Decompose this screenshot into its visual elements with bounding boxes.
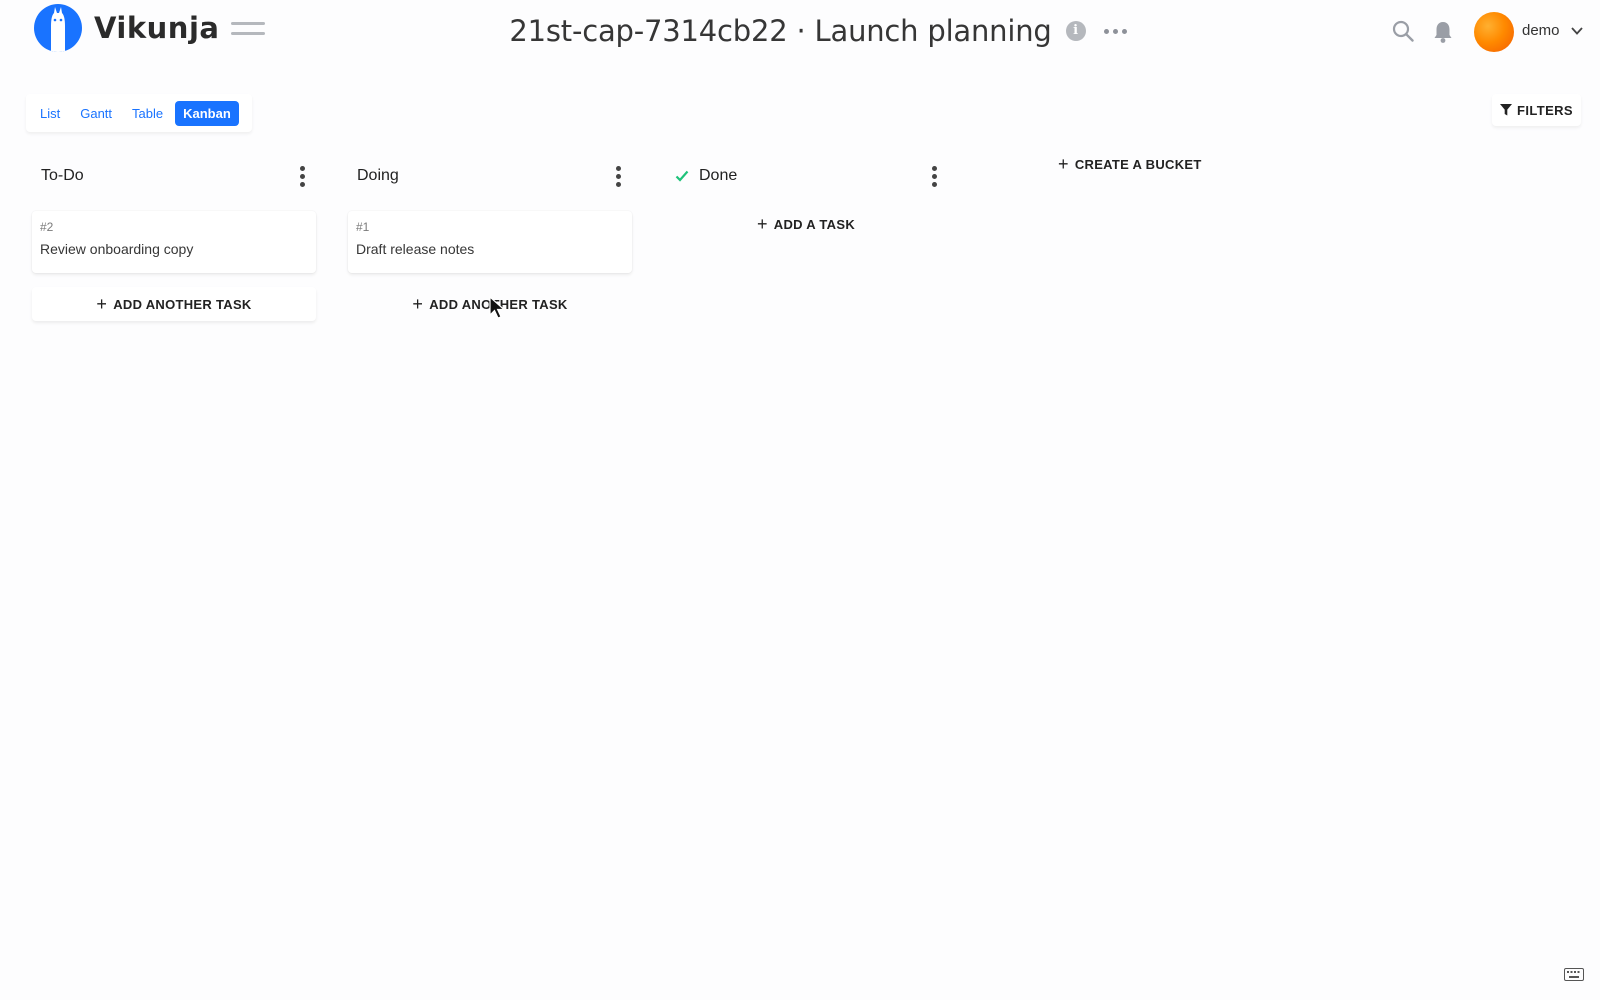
bucket-title[interactable]: Doing — [357, 167, 399, 185]
tab-kanban[interactable]: Kanban — [175, 100, 239, 126]
bucket-title[interactable]: Done — [699, 167, 737, 185]
app-name: Vikunja — [94, 11, 220, 45]
username[interactable]: demo — [1522, 22, 1560, 39]
mouse-cursor-icon — [489, 296, 506, 319]
info-icon[interactable]: i — [1065, 21, 1086, 41]
filters-button[interactable]: FILTERS — [1492, 94, 1581, 126]
task-title: Review onboarding copy — [40, 241, 194, 257]
project-title: 21st-cap-7314cb22 · Launch planning — [509, 14, 1052, 48]
vikunja-logo-icon — [34, 4, 82, 52]
avatar[interactable] — [1474, 12, 1514, 52]
add-task-button[interactable]: + ADD A TASK — [664, 207, 948, 241]
filter-icon — [1500, 104, 1512, 116]
create-bucket-button[interactable]: + CREATE A BUCKET — [1058, 153, 1202, 175]
filters-label: FILTERS — [1517, 102, 1573, 118]
tab-table[interactable]: Table — [124, 101, 171, 126]
menu-icon[interactable] — [231, 22, 265, 42]
bucket-header: Done — [664, 155, 948, 197]
task-card[interactable]: #1 Draft release notes — [348, 211, 632, 273]
task-id: #1 — [356, 220, 370, 234]
tab-list[interactable]: List — [32, 101, 68, 126]
kebab-icon[interactable] — [300, 166, 306, 188]
task-card[interactable]: #2 Review onboarding copy — [32, 211, 316, 273]
create-bucket-label: CREATE A BUCKET — [1074, 156, 1202, 172]
kebab-icon[interactable] — [932, 166, 938, 188]
bucket-header: Doing — [348, 155, 632, 197]
more-icon[interactable] — [1103, 28, 1127, 34]
check-icon — [675, 170, 689, 182]
view-switcher: List Gantt Table Kanban — [26, 94, 252, 132]
bucket-todo: To-Do #2 Review onboarding copy + ADD AN… — [32, 155, 316, 321]
add-task-label: ADD ANOTHER TASK — [113, 296, 252, 312]
task-title: Draft release notes — [356, 241, 475, 257]
home-logo-link[interactable]: Vikunja — [34, 4, 219, 52]
bucket-header: To-Do — [32, 155, 316, 197]
tab-gantt[interactable]: Gantt — [72, 101, 120, 126]
add-task-label: ADD A TASK — [773, 216, 856, 232]
keyboard-icon[interactable] — [1564, 968, 1584, 981]
plus-icon: + — [96, 294, 108, 314]
plus-icon: + — [1058, 154, 1069, 174]
kebab-icon[interactable] — [616, 166, 622, 188]
chevron-down-icon[interactable] — [1570, 24, 1584, 38]
add-task-button[interactable]: + ADD ANOTHER TASK — [32, 287, 316, 321]
bell-icon[interactable] — [1432, 20, 1454, 44]
plus-icon: + — [756, 214, 768, 234]
search-icon[interactable] — [1392, 20, 1414, 42]
task-id: #2 — [40, 220, 54, 234]
top-navbar: Vikunja 21st-cap-7314cb22 · Launch plann… — [0, 0, 1600, 64]
bucket-title[interactable]: To-Do — [41, 167, 84, 185]
bucket-done: Done + ADD A TASK — [664, 155, 948, 241]
plus-icon: + — [412, 294, 424, 314]
